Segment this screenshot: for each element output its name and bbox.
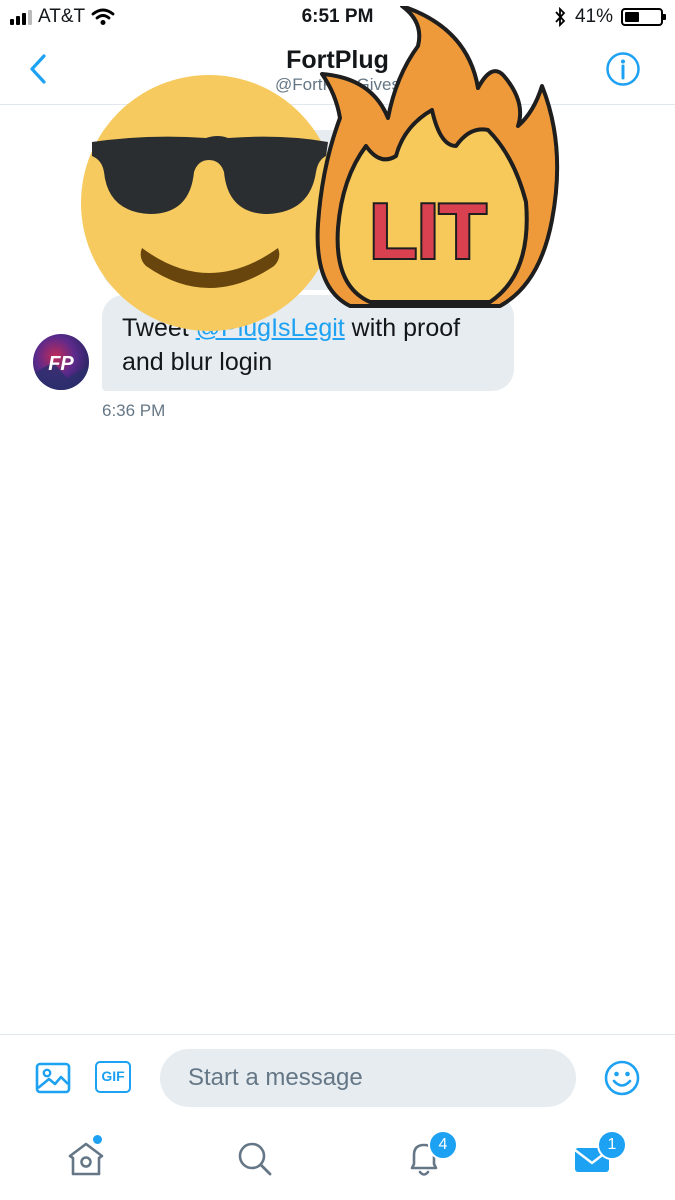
avatar[interactable]: FP — [33, 334, 89, 390]
tab-home[interactable] — [64, 1135, 108, 1180]
notifications-badge: 4 — [428, 1130, 458, 1160]
message-timestamp: 6:36 PM — [102, 401, 166, 420]
lit-sticker-text: LIT — [370, 187, 487, 275]
tab-notifications[interactable]: 4 — [402, 1130, 458, 1180]
home-new-dot — [93, 1135, 102, 1144]
avatar-initials: FP — [48, 353, 74, 375]
messages-badge: 1 — [597, 1130, 627, 1160]
tab-messages[interactable]: 1 — [571, 1130, 627, 1180]
battery-percent: 41% — [574, 6, 613, 27]
lit-fire-sticker: LIT — [315, 6, 560, 308]
info-button[interactable] — [605, 51, 641, 87]
search-icon — [238, 1142, 272, 1176]
home-icon — [68, 1142, 104, 1176]
emoji-button[interactable] — [603, 1059, 641, 1097]
status-right: 41% — [553, 6, 666, 28]
message-input[interactable]: Start a message — [160, 1049, 576, 1107]
battery-icon — [621, 8, 666, 26]
gif-button[interactable]: GIF — [95, 1061, 131, 1093]
tab-bar: 4 1 — [0, 1124, 675, 1200]
tab-search[interactable] — [232, 1136, 276, 1180]
message-composer: GIF Start a message — [0, 1034, 675, 1125]
photo-button[interactable] — [34, 1059, 72, 1097]
